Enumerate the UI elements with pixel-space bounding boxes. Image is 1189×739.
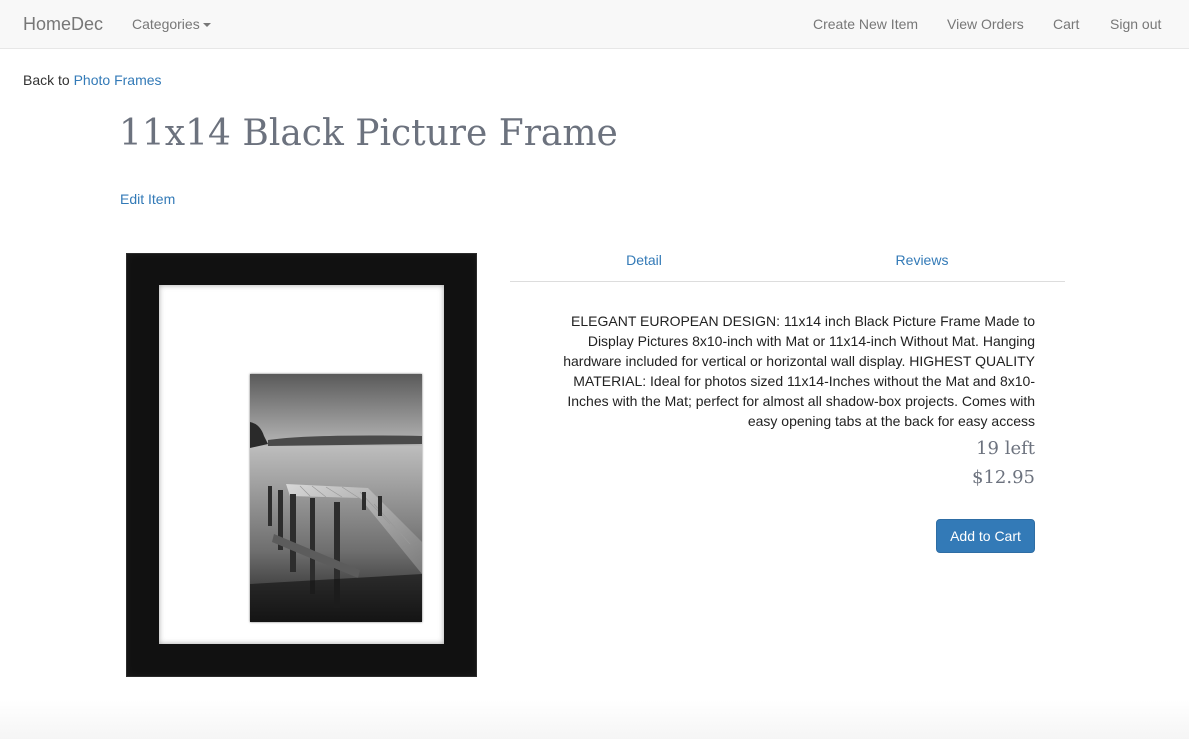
categories-dropdown[interactable]: Categories <box>132 16 211 32</box>
product-price: $12.95 <box>972 467 1035 488</box>
dock-photo-image <box>250 374 422 622</box>
tab-detail[interactable]: Detail <box>510 243 778 280</box>
product-image <box>126 253 477 677</box>
frame-mat <box>159 285 444 644</box>
breadcrumb-category-link[interactable]: Photo Frames <box>74 72 162 88</box>
footer-shade <box>0 700 1189 739</box>
brand-logo-link[interactable]: HomeDec <box>23 14 103 35</box>
breadcrumb-prefix: Back to <box>23 72 70 88</box>
product-description: ELEGANT EUROPEAN DESIGN: 11x14 inch Blac… <box>563 313 1035 429</box>
tab-reviews[interactable]: Reviews <box>788 243 1056 280</box>
caret-down-icon <box>202 23 211 28</box>
nav-sign-out[interactable]: Sign out <box>1110 16 1161 32</box>
edit-item-link[interactable]: Edit Item <box>120 191 175 207</box>
product-tabs: Detail Reviews <box>510 243 1065 282</box>
stock-count: 19 left <box>976 438 1035 459</box>
nav-create-new-item[interactable]: Create New Item <box>813 16 918 32</box>
breadcrumb: Back to Photo Frames <box>23 72 162 88</box>
page-title: 11x14 Black Picture Frame <box>119 113 618 154</box>
nav-view-orders[interactable]: View Orders <box>947 16 1024 32</box>
categories-label: Categories <box>132 16 200 32</box>
nav-cart[interactable]: Cart <box>1053 16 1079 32</box>
add-to-cart-button[interactable]: Add to Cart <box>936 519 1035 553</box>
top-navbar: HomeDec Categories Create New Item View … <box>0 0 1189 49</box>
